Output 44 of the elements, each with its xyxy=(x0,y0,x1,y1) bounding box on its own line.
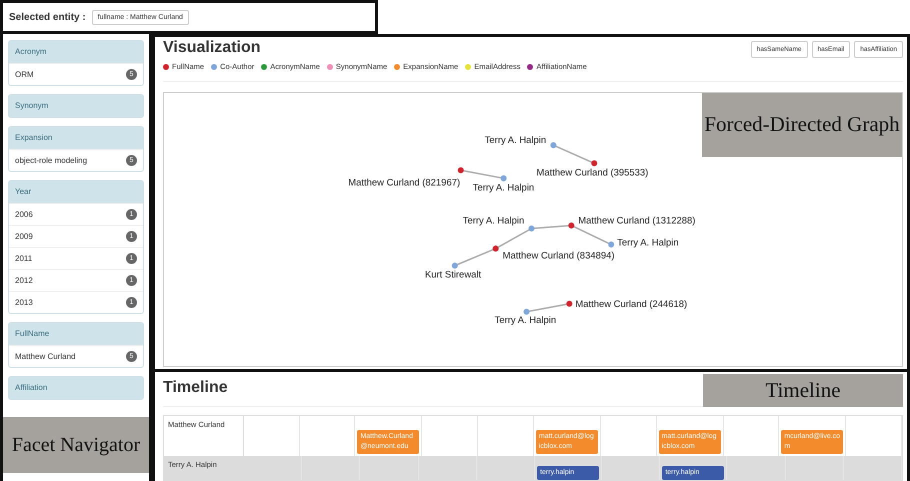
graph-node[interactable] xyxy=(568,222,574,228)
graph-node[interactable] xyxy=(566,300,572,307)
facet-header[interactable]: Acronym xyxy=(9,41,143,63)
annotation-label: Forced-Directed Graph xyxy=(702,93,902,157)
graph-node[interactable] xyxy=(524,308,530,315)
annotation-label: Timeline xyxy=(703,374,903,407)
selected-entity-label: Selected entity : xyxy=(9,12,86,22)
facet-header[interactable]: Affiliation xyxy=(9,377,143,399)
node-label: Matthew Curland (395533) xyxy=(536,167,648,178)
node-label: Matthew Curland (1312288) xyxy=(578,215,696,226)
panel-title: Timeline xyxy=(163,378,228,397)
facet-header[interactable]: Synonym xyxy=(9,95,143,117)
graph-node[interactable] xyxy=(452,262,458,269)
facet-label: 2013 xyxy=(15,298,33,307)
graph-edge xyxy=(460,170,504,180)
facet-label: 2009 xyxy=(15,232,33,241)
facet-label: 2006 xyxy=(15,210,33,219)
node-label: Terry A. Halpin xyxy=(494,314,556,326)
facet-label: Matthew Curland xyxy=(15,352,76,361)
facet-header[interactable]: FullName xyxy=(9,323,143,345)
facet-header[interactable]: Expansion xyxy=(9,127,143,149)
annotation-label: Facet Navigator xyxy=(3,417,149,473)
node-label: Matthew Curland (244618) xyxy=(575,298,688,310)
graph-node[interactable] xyxy=(528,225,534,232)
node-label: Matthew Curland (834894) xyxy=(502,250,614,262)
node-label: Matthew Curland (821967) xyxy=(348,177,460,188)
panel-title: Visualization xyxy=(163,39,261,57)
facet-header[interactable]: Year xyxy=(9,181,143,203)
node-label: Terry A. Halpin xyxy=(462,215,524,226)
graph-edge xyxy=(454,248,496,266)
node-label: Kurt Stirewalt xyxy=(424,270,482,281)
node-label: Terry A. Halpin xyxy=(617,238,679,249)
graph-node[interactable] xyxy=(458,167,464,174)
graph-node[interactable] xyxy=(591,160,598,166)
facet-label: 2012 xyxy=(15,276,33,285)
node-label: Terry A. Halpin xyxy=(472,182,534,194)
graph-node[interactable] xyxy=(500,175,507,182)
facet-label: object-role modeling xyxy=(15,156,88,165)
facet-label: ORM xyxy=(15,70,34,79)
graph-node[interactable] xyxy=(550,142,556,148)
graph-node[interactable] xyxy=(492,246,499,252)
node-label: Terry A. Halpin xyxy=(484,135,546,146)
graph-node[interactable] xyxy=(608,242,614,248)
facet-label: 2011 xyxy=(15,254,32,263)
